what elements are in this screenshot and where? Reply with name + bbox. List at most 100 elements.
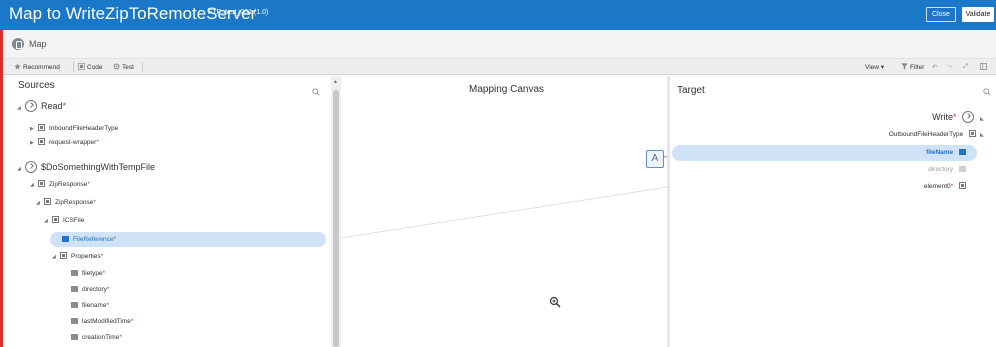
write-endpoint-icon <box>962 111 974 123</box>
required-marker: * <box>93 199 96 206</box>
collapse-icon[interactable]: ◢ <box>17 100 25 116</box>
redo-icon[interactable]: ↷ <box>947 63 952 71</box>
tree-item-zipresponse[interactable]: ◢ ZipResponse* <box>30 178 90 192</box>
tree-item-properties[interactable]: ◢ Properties* <box>52 250 103 264</box>
expand-icon[interactable]: ⤢ <box>963 63 968 71</box>
filter-icon <box>901 63 908 70</box>
tree-item-directory[interactable]: directory* <box>71 283 109 297</box>
tree-item-filename[interactable]: filename* <box>71 299 109 313</box>
filter-button[interactable]: Filter <box>901 63 924 71</box>
tree-label: ZipResponse <box>49 181 88 188</box>
panel-icon <box>980 63 987 70</box>
tree-item-request-wrapper[interactable]: ▶ request-wrapper* <box>30 136 99 150</box>
field-icon <box>959 149 966 155</box>
search-icon[interactable] <box>983 88 991 96</box>
collapse-icon[interactable]: ◣ <box>980 128 988 142</box>
tree-item-filetype[interactable]: filetype* <box>71 267 105 281</box>
tree-label: lastModifiedTime <box>82 318 131 325</box>
toolbar-divider <box>73 62 74 72</box>
element-icon <box>60 252 67 259</box>
collapse-icon[interactable]: ◢ <box>52 250 60 264</box>
required-marker: * <box>950 183 954 190</box>
map-header: Map <box>3 30 996 59</box>
field-icon <box>71 270 78 276</box>
search-icon[interactable] <box>312 88 320 96</box>
tree-label: filename <box>82 302 107 309</box>
tree-item-filereference[interactable]: FileReference* <box>62 233 116 247</box>
tree-label: creationTime <box>82 334 120 341</box>
zoom-icon <box>549 296 561 308</box>
sources-title: Sources <box>18 80 55 91</box>
undo-icon[interactable]: ↶ <box>932 63 937 71</box>
tree-label: FileReference <box>73 236 114 243</box>
function-label: A <box>651 153 659 164</box>
required-marker: * <box>952 112 957 122</box>
mapper-toolbar: Recommend Code Test View ▾ Filter ↶ ↷ ⤢ <box>3 59 996 75</box>
validate-button[interactable]: Validate <box>962 7 994 22</box>
tree-item-element0[interactable]: element0* <box>924 180 966 194</box>
tree-item-directory-target[interactable]: directory <box>928 163 966 177</box>
tree-label: directory <box>928 166 954 173</box>
star-icon <box>14 63 21 70</box>
field-icon <box>62 236 69 242</box>
scroll-up-icon[interactable]: ▲ <box>333 79 338 85</box>
code-button[interactable]: Code <box>78 63 103 71</box>
required-marker: * <box>130 318 134 325</box>
mapping-canvas[interactable]: Mapping Canvas <box>341 76 667 347</box>
test-label: Test <box>122 64 134 71</box>
integration-version: FTP_test_001 (1.0) <box>208 9 269 16</box>
required-marker: * <box>106 302 110 309</box>
expand-icon[interactable]: ▶ <box>30 122 38 136</box>
tree-label: element0 <box>923 183 951 190</box>
view-label: View <box>865 64 879 71</box>
element-icon <box>38 124 45 131</box>
expand-icon[interactable]: ▶ <box>30 136 38 150</box>
tree-item-creationtime[interactable]: creationTime* <box>71 331 122 345</box>
element-icon <box>52 216 59 223</box>
recommend-label: Recommend <box>23 64 60 71</box>
collapse-icon[interactable]: ◢ <box>44 214 52 228</box>
tree-label: fileName <box>926 149 954 156</box>
collapse-icon[interactable]: ◢ <box>17 161 25 177</box>
tree-item-write[interactable]: Write* ◣ <box>932 109 988 125</box>
activity-icon <box>25 161 37 173</box>
tree-item-filename-target[interactable]: fileName <box>926 146 966 160</box>
tree-label: ZipResponse <box>55 199 94 206</box>
tree-item-dosomething[interactable]: ◢ $DoSomethingWithTempFile <box>17 159 155 175</box>
read-endpoint-icon <box>25 100 37 112</box>
tree-label: filetype <box>82 270 103 277</box>
tree-label: Properties <box>71 253 101 260</box>
target-title: Target <box>677 85 705 96</box>
tree-item-lastmodifiedtime[interactable]: lastModifiedTime* <box>71 315 133 329</box>
tree-label: OutboundFileHeaderType <box>888 131 964 138</box>
element-icon <box>38 138 45 145</box>
recommend-button[interactable]: Recommend <box>14 63 60 71</box>
tree-item-icsfile[interactable]: ◢ ICSFile <box>44 214 84 228</box>
tree-label: InboundFileHeaderType <box>49 125 119 132</box>
function-node[interactable]: A <box>646 150 664 168</box>
view-menu[interactable]: View ▾ <box>865 63 884 71</box>
canvas-title: Mapping Canvas <box>469 84 545 95</box>
element-icon <box>959 182 966 189</box>
tree-label: Read <box>41 101 63 111</box>
panel-toggle[interactable] <box>980 63 989 71</box>
collapse-icon[interactable]: ◢ <box>30 178 38 192</box>
test-button[interactable]: Test <box>113 63 134 71</box>
field-icon <box>959 166 966 172</box>
close-button[interactable]: Close <box>926 7 956 22</box>
tree-item-zipresponse-child[interactable]: ◢ ZipResponse* <box>36 196 96 210</box>
element-icon <box>969 130 976 137</box>
code-icon <box>78 63 85 70</box>
tree-item-read[interactable]: ◢ Read* <box>17 98 66 114</box>
required-marker: * <box>96 139 99 146</box>
tree-item-outbound-header[interactable]: OutboundFileHeaderType ◣ <box>889 128 988 142</box>
tree-item-inbound-header[interactable]: ▶ InboundFileHeaderType <box>30 122 118 136</box>
collapse-icon[interactable]: ◢ <box>36 196 44 210</box>
chevron-down-icon: ▾ <box>880 64 885 71</box>
required-marker: * <box>87 181 90 188</box>
scrollbar-thumb[interactable] <box>333 90 339 347</box>
required-marker: * <box>62 101 67 111</box>
tree-label: ICSFile <box>63 217 85 224</box>
sources-panel: Sources <box>3 76 330 347</box>
collapse-icon[interactable]: ◣ <box>980 111 988 127</box>
